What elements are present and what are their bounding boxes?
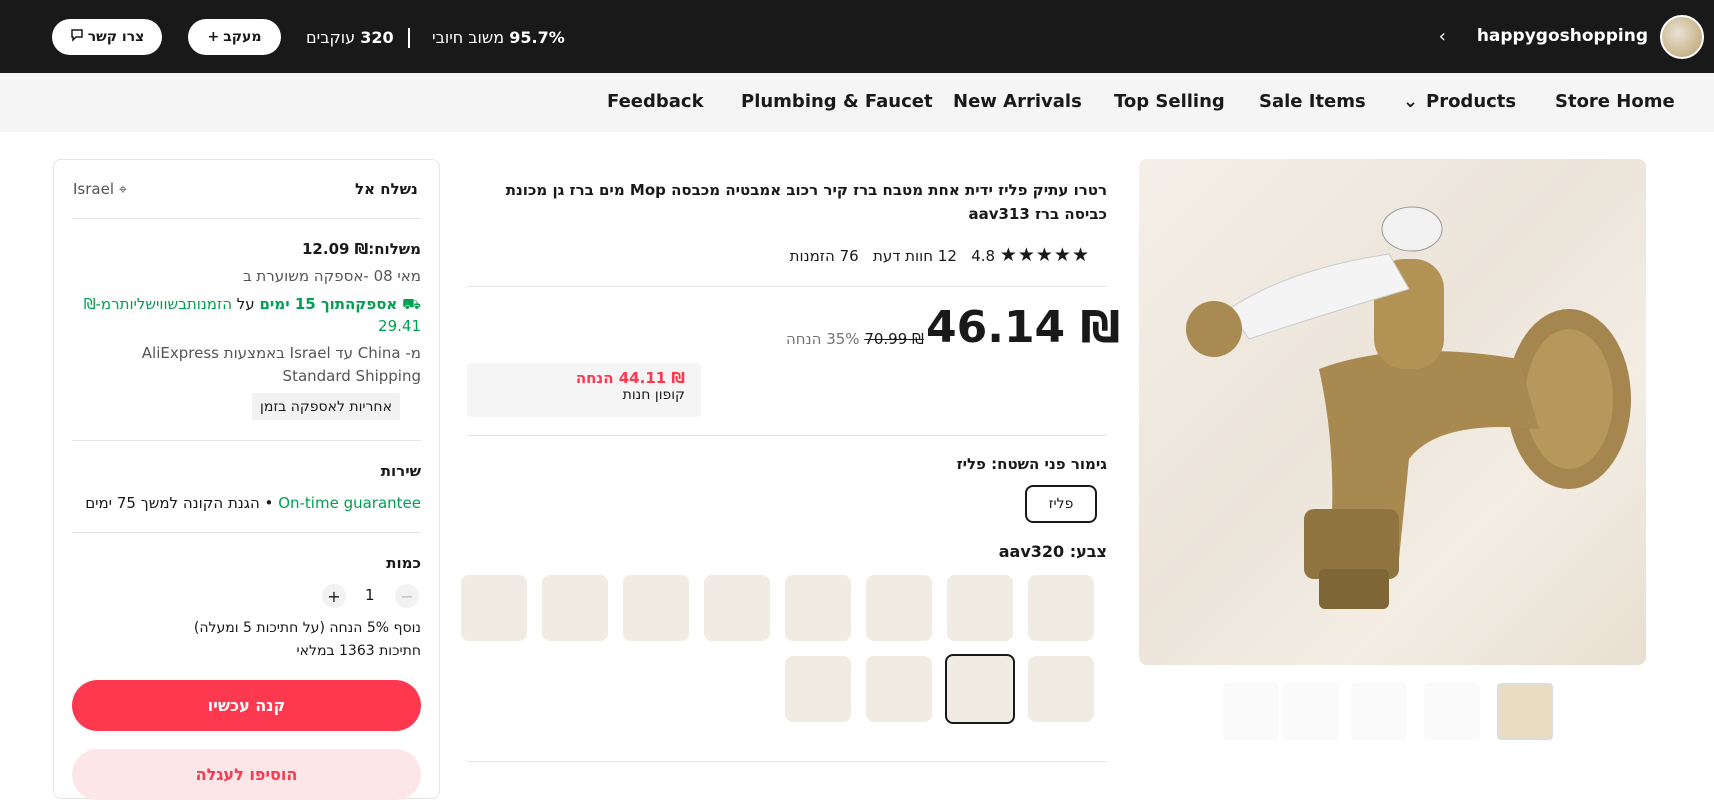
buy-now-button[interactable]: קנה עכשיו bbox=[72, 680, 421, 731]
color-variant[interactable] bbox=[704, 575, 770, 641]
divider bbox=[72, 440, 421, 441]
color-variant[interactable] bbox=[461, 575, 527, 641]
ship-to-country: Israel bbox=[73, 180, 114, 198]
color-variant[interactable] bbox=[866, 656, 932, 722]
store-name[interactable]: happygoshopping bbox=[1477, 26, 1648, 46]
product-title: רטרו עתיק פליז ידית אחת מטבח ברז קיר רכו… bbox=[505, 181, 1107, 223]
color-variant[interactable] bbox=[623, 575, 689, 641]
store-avatar[interactable] bbox=[1660, 15, 1704, 59]
nav-plumbing-faucet[interactable]: Plumbing & Faucet bbox=[741, 91, 933, 112]
coupon-label: קופון חנות bbox=[622, 387, 685, 403]
nav-store-home[interactable]: Store Home bbox=[1555, 91, 1675, 112]
star-rating-icon: ★★★★★ bbox=[999, 244, 1090, 266]
followers-value: 320 bbox=[360, 28, 394, 47]
follow-label: מעקב bbox=[223, 29, 262, 45]
fast-delivery-label: אספקהתוך 15 ימים bbox=[259, 295, 398, 313]
coupon-value: ₪ 44.11 הנחה bbox=[575, 369, 685, 387]
color-variant-selected[interactable] bbox=[945, 654, 1015, 724]
divider bbox=[72, 218, 421, 219]
rating-row: ★★★★★ 4.8 12 חוות דעת 76 הזמנות bbox=[760, 244, 1090, 266]
location-pin-icon: ⌖ bbox=[118, 180, 128, 198]
discount-label: 35% הנחה bbox=[786, 330, 860, 348]
gallery-thumb[interactable] bbox=[1351, 683, 1407, 740]
plus-icon: + bbox=[207, 29, 220, 45]
feedback-value: 95.7% bbox=[509, 28, 565, 47]
buyer-protection: • הגנת הקונה למשך 75 ימים bbox=[85, 494, 274, 512]
finish-option[interactable]: פליז bbox=[1025, 485, 1097, 523]
divider bbox=[467, 435, 1107, 436]
nav-top-selling[interactable]: Top Selling bbox=[1114, 91, 1225, 112]
divider bbox=[72, 532, 421, 533]
ship-to-value[interactable]: Israel ⌖ bbox=[73, 180, 127, 198]
nav-sale-items[interactable]: Sale Items bbox=[1259, 91, 1366, 112]
chat-icon bbox=[70, 28, 84, 46]
followers-count: 320 עוקבים bbox=[306, 28, 394, 47]
ontime-guarantee[interactable]: On-time guarantee bbox=[278, 494, 421, 512]
chevron-down-icon[interactable]: ⌄ bbox=[1403, 91, 1418, 112]
service-row: On-time guarantee • הגנת הקונה למשך 75 י… bbox=[72, 494, 421, 512]
ontime-tag: אחריות לאספקה בזמן bbox=[252, 393, 400, 420]
qty-decrease-button[interactable]: − bbox=[395, 584, 419, 608]
orders-count: 76 הזמנות bbox=[789, 247, 859, 265]
quantity-value[interactable]: 1 bbox=[365, 586, 375, 604]
contact-label: צרו קשר bbox=[87, 29, 145, 45]
main-product-image[interactable] bbox=[1139, 159, 1646, 665]
chevron-left-icon[interactable]: ‹ bbox=[1439, 26, 1446, 47]
store-nav: Store Home ⌄ Products Sale Items Top Sel… bbox=[0, 73, 1714, 132]
follow-button[interactable]: + מעקב bbox=[188, 19, 281, 55]
reviews-count[interactable]: 12 חוות דעת bbox=[873, 247, 957, 265]
color-variant[interactable] bbox=[947, 575, 1013, 641]
shipping-cost: משלוח:₪ 12.09 bbox=[302, 240, 421, 258]
delivery-date: מאי 08 -אספקה משוערת ב bbox=[242, 267, 421, 285]
nav-products[interactable]: Products bbox=[1426, 91, 1516, 112]
finish-label: גימור פני השטח: פליז bbox=[956, 455, 1107, 473]
feedback-label: משוב חיובי bbox=[432, 28, 505, 47]
stock-count: חתיכות 1363 במלאי bbox=[296, 643, 422, 659]
color-variant[interactable] bbox=[1028, 575, 1094, 641]
divider bbox=[467, 761, 1107, 762]
price-old-block: ₪ 70.99 35% הנחה bbox=[786, 330, 924, 348]
shipping-route: מ- China עד Israel באמצעות AliExpress St… bbox=[141, 344, 421, 385]
nav-feedback[interactable]: Feedback bbox=[607, 91, 704, 112]
store-coupon[interactable]: ₪ 44.11 הנחה קופון חנות bbox=[467, 363, 701, 417]
truck-icon: ⛟ bbox=[402, 295, 421, 313]
store-header: happygoshopping ‹ 95.7% משוב חיובי 320 ע… bbox=[0, 0, 1714, 73]
contact-button[interactable]: צרו קשר bbox=[52, 19, 162, 55]
fast-delivery-on: על bbox=[236, 295, 255, 313]
quantity-title: כמות bbox=[386, 554, 421, 572]
quantity-discount-note: נוסף 5% הנחה (על חתיכות 5 ומעלה) bbox=[193, 620, 421, 636]
gallery-thumb[interactable] bbox=[1424, 683, 1480, 740]
color-variant[interactable] bbox=[785, 575, 851, 641]
qty-increase-button[interactable]: + bbox=[322, 584, 346, 608]
add-to-cart-button[interactable]: הוסיפו לעגלה bbox=[72, 749, 421, 800]
rating-value: 4.8 bbox=[971, 247, 996, 265]
fast-delivery: ⛟ אספקהתוך 15 ימים על הזמנותבשווישליותרמ… bbox=[72, 293, 421, 337]
old-price: ₪ 70.99 bbox=[864, 330, 924, 348]
color-variant[interactable] bbox=[542, 575, 608, 641]
nav-new-arrivals[interactable]: New Arrivals bbox=[953, 91, 1082, 112]
current-price: ₪ 46.14 bbox=[926, 302, 1121, 353]
color-variant[interactable] bbox=[866, 575, 932, 641]
followers-label: עוקבים bbox=[306, 28, 356, 47]
gallery-thumb[interactable] bbox=[1283, 683, 1339, 740]
ship-to-label: נשלח אל bbox=[355, 180, 418, 198]
feedback-score: 95.7% משוב חיובי bbox=[432, 28, 565, 47]
color-variant[interactable] bbox=[785, 656, 851, 722]
service-title: שירות bbox=[380, 462, 421, 480]
gallery-thumb-active[interactable] bbox=[1497, 683, 1553, 740]
gallery-thumb[interactable] bbox=[1223, 683, 1279, 740]
header-divider bbox=[408, 28, 410, 48]
divider bbox=[467, 286, 1107, 287]
color-variant[interactable] bbox=[1028, 656, 1094, 722]
color-label: צבע: aav320 bbox=[998, 542, 1107, 561]
